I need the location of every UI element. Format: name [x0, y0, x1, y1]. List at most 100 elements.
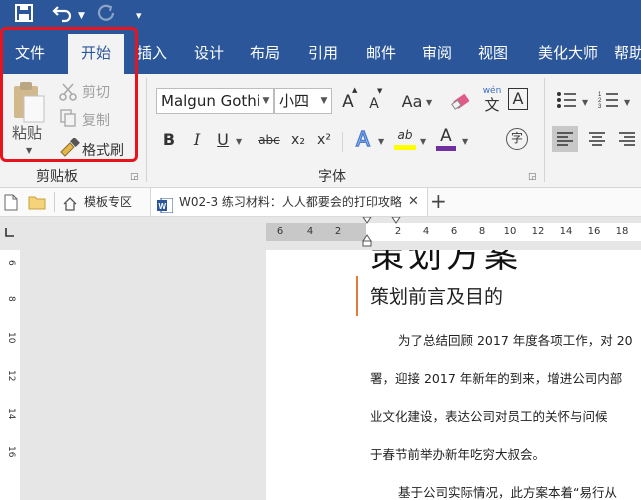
chevron-down-icon[interactable]: ▼: [420, 137, 426, 146]
phonetic-char: 文: [484, 96, 500, 114]
text-effects-button[interactable]: A: [352, 126, 374, 152]
ruler-tick: 12: [6, 370, 16, 382]
paragraph-line: 署，迎接 2017 年新年的到来，增进公司内部: [370, 371, 623, 386]
font-launcher-icon[interactable]: ◲: [528, 172, 537, 182]
clipboard-group-label: 剪贴板: [36, 169, 78, 185]
ruler-tick: 8: [6, 296, 16, 302]
font-name-select[interactable]: Malgun Gothi ▼: [156, 88, 274, 114]
group-divider: [146, 78, 147, 182]
clear-format-icon[interactable]: [450, 90, 474, 118]
document-title: 策划方案: [370, 250, 522, 276]
tab-mailings[interactable]: 邮件: [356, 30, 406, 74]
chevron-down-icon[interactable]: ▼: [462, 137, 468, 146]
chevron-down-icon[interactable]: ▼: [236, 137, 242, 146]
paragraph-line: 为了总结回顾 2017 年度各项工作，对 20: [398, 333, 633, 348]
align-center-icon[interactable]: [584, 126, 610, 156]
highlight-glyph: ab: [397, 128, 413, 142]
document-tab-bar: 模板专区 W W02-3 练习材料：人人都要会的打印攻略 ✕ +: [0, 188, 641, 217]
chevron-down-icon[interactable]: ▼: [426, 98, 432, 107]
paragraph-line: 基于公司实际情况，此方案本着“易行从: [398, 485, 617, 500]
ruler-tick: 10: [503, 226, 517, 237]
align-left-button[interactable]: [552, 126, 578, 152]
bullets-icon[interactable]: [556, 90, 578, 114]
tab-layout[interactable]: 布局: [240, 30, 290, 74]
add-tab-icon[interactable]: +: [430, 188, 447, 216]
italic-button[interactable]: I: [188, 128, 206, 152]
underline-button[interactable]: U: [214, 128, 232, 152]
section-heading: 策划前言及目的: [370, 286, 504, 308]
align-left-icon: [557, 132, 573, 146]
tab-active-document[interactable]: W W02-3 练习材料：人人都要会的打印攻略: [150, 188, 428, 216]
divider: [54, 192, 55, 212]
ruler-tick: 6: [276, 226, 284, 237]
font-name-value: Malgun Gothi: [161, 92, 261, 110]
ruler-tick: 6: [6, 260, 16, 266]
ruler-tick: 4: [306, 226, 314, 237]
ruler-tick: 14: [559, 226, 573, 237]
paragraph-line: 业文化建设，表达公司对员工的关怀与问候: [370, 409, 608, 424]
chevron-down-icon: ▼: [317, 89, 331, 113]
tab-design[interactable]: 设计: [184, 30, 234, 74]
ruler-tick: 10: [6, 332, 16, 344]
font-color-swatch: [436, 146, 456, 151]
character-border-button[interactable]: A: [508, 88, 528, 110]
tab-view[interactable]: 视图: [468, 30, 518, 74]
subscript-button[interactable]: x₂: [288, 128, 308, 152]
chevron-down-icon[interactable]: ▼: [624, 98, 630, 107]
paragraph-line: 于春节前举办新年吃穷大叔会。: [370, 447, 546, 462]
tab-beautify-master[interactable]: 美化大师: [528, 30, 608, 74]
document-page[interactable]: 策划方案 策划前言及目的 为了总结回顾 2017 年度各项工作，对 20 署，迎…: [266, 250, 641, 500]
save-icon[interactable]: [14, 3, 34, 29]
shrink-arrow-icon: ▼: [377, 87, 383, 95]
ruler-tick: 8: [478, 226, 486, 237]
shrink-font-button[interactable]: A: [364, 92, 384, 116]
undo-icon[interactable]: [52, 3, 74, 29]
numbering-icon[interactable]: 123: [598, 90, 620, 114]
indent-marker-icon[interactable]: [360, 217, 374, 247]
new-document-icon[interactable]: [4, 194, 18, 215]
tab-template-zone[interactable]: 模板专区: [58, 188, 146, 216]
active-document-title: W02-3 练习材料：人人都要会的打印攻略: [179, 195, 402, 209]
ruler-tick: 12: [531, 226, 545, 237]
highlight-swatch: [394, 145, 416, 150]
phonetic-guide-button[interactable]: wén 文: [480, 86, 504, 114]
font-group-label: 字体: [318, 169, 346, 185]
font-size-value: 小四: [279, 92, 310, 110]
document-workarea: 6 4 2 2 4 6 8 10 12 14 16 18 6 8 10 12 1…: [0, 217, 641, 500]
horizontal-ruler[interactable]: 6 4 2 2 4 6 8 10 12 14 16 18: [266, 217, 641, 247]
group-divider: [544, 78, 545, 182]
tab-help[interactable]: 帮助: [614, 30, 641, 74]
tab-references[interactable]: 引用: [298, 30, 348, 74]
vertical-ruler[interactable]: 6 8 10 12 14 16: [0, 250, 20, 500]
first-line-indent-icon[interactable]: [390, 217, 402, 225]
folder-icon[interactable]: [28, 195, 46, 214]
customize-qat-icon[interactable]: ▾: [136, 5, 142, 27]
chevron-down-icon[interactable]: ▼: [378, 137, 384, 146]
chevron-down-icon: ▼: [259, 89, 273, 113]
clipboard-launcher-icon[interactable]: ◲: [130, 172, 139, 182]
tab-review[interactable]: 审阅: [412, 30, 462, 74]
font-color-button[interactable]: A: [436, 126, 456, 154]
tab-stop-icon: [5, 228, 14, 237]
undo-dropdown-icon[interactable]: ▼: [78, 5, 85, 27]
enclose-characters-button[interactable]: 字: [506, 128, 528, 150]
ruler-tick: 4: [422, 226, 430, 237]
tab-selector[interactable]: [0, 217, 20, 247]
strikethrough-button[interactable]: abc: [256, 128, 282, 152]
change-case-button[interactable]: Aa: [398, 90, 426, 114]
quick-access-toolbar: ▼ ▾: [0, 0, 641, 30]
chevron-down-icon[interactable]: ▼: [582, 98, 588, 107]
heading-accent-bar: [356, 276, 358, 316]
bold-button[interactable]: B: [160, 128, 178, 152]
align-right-icon[interactable]: [614, 126, 640, 156]
close-tab-icon[interactable]: ✕: [408, 188, 419, 216]
ruler-tick: 14: [6, 408, 16, 420]
ruler-tick: 16: [6, 446, 16, 458]
font-size-select[interactable]: 小四 ▼: [274, 88, 332, 114]
divider: [342, 132, 343, 152]
svg-text:3: 3: [598, 104, 602, 110]
highlight-color-button[interactable]: ab: [394, 126, 416, 154]
svg-text:W: W: [159, 202, 167, 211]
superscript-button[interactable]: x²: [314, 128, 334, 152]
word-window: ▼ ▾ 文件 开始 插入 设计 布局 引用 邮件 审阅 视图 美化大师 帮助 粘…: [0, 0, 641, 500]
